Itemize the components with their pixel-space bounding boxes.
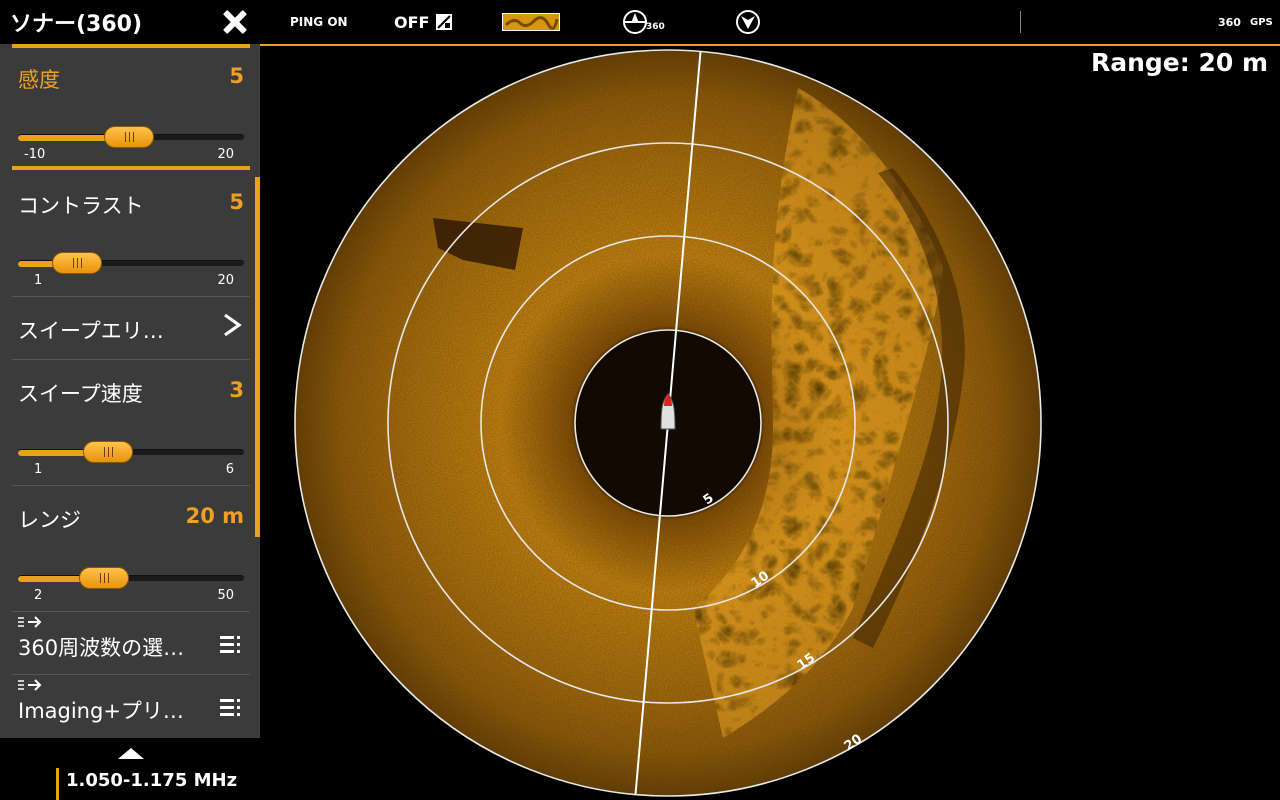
menu-scrollbar[interactable] bbox=[255, 177, 260, 537]
slider-min: 1 bbox=[34, 462, 43, 477]
status-badge-gps: GPS bbox=[1250, 16, 1273, 28]
slider-min: -10 bbox=[24, 147, 46, 162]
active-item-bottom-bar bbox=[12, 166, 250, 170]
sonar-360-status[interactable]: 360 bbox=[1218, 0, 1241, 44]
off-status-label: OFF bbox=[394, 12, 430, 32]
submenu-arrow-icon bbox=[18, 616, 42, 628]
sensitivity-slider[interactable] bbox=[18, 126, 244, 148]
top-status-bar: PING ON OFF 360 360 GPS bbox=[260, 0, 1280, 44]
sonar-orientation-icon bbox=[623, 10, 647, 34]
palette-swatch[interactable] bbox=[502, 0, 560, 44]
menu-item-label: 感度 bbox=[18, 68, 60, 92]
menu-item-label: Imaging+プリ… bbox=[18, 699, 184, 723]
menu-item-value: 5 bbox=[229, 64, 244, 88]
menu-footer bbox=[0, 738, 260, 768]
ping-status-label: PING ON bbox=[290, 15, 348, 29]
slider-max: 20 bbox=[217, 147, 234, 162]
menu-header: ソナー(360) bbox=[0, 0, 260, 44]
gps-status[interactable]: GPS bbox=[1250, 0, 1273, 44]
menu-item-range[interactable]: レンジ 20 m 2 50 bbox=[12, 486, 250, 612]
menu-item-sensitivity[interactable]: 感度 5 -10 20 bbox=[12, 48, 250, 166]
menu-item-value: 20 m bbox=[185, 504, 244, 528]
frequency-readout: 1.050-1.175 MHz bbox=[66, 770, 238, 791]
slider-thumb[interactable] bbox=[52, 252, 102, 274]
menu-item-label: レンジ bbox=[18, 508, 81, 532]
menu-item-sweep-area[interactable]: スイープエリ… bbox=[12, 297, 250, 360]
menu-title: ソナー(360) bbox=[10, 12, 143, 37]
palette-icon bbox=[436, 14, 453, 30]
list-menu-icon bbox=[220, 636, 240, 653]
menu-item-imaging-preset[interactable]: Imaging+プリ… bbox=[12, 675, 250, 738]
off-status[interactable]: OFF bbox=[394, 0, 453, 44]
ping-status[interactable]: PING ON bbox=[290, 0, 348, 44]
slider-min: 1 bbox=[34, 273, 43, 288]
slider-max: 20 bbox=[217, 273, 234, 288]
range-readout: Range: 20 m bbox=[1090, 48, 1268, 77]
chevron-right-icon bbox=[224, 313, 242, 337]
list-menu-icon bbox=[220, 699, 240, 716]
contrast-slider[interactable] bbox=[18, 252, 244, 274]
status-badge-360: 360 bbox=[1218, 15, 1241, 29]
slider-max: 6 bbox=[225, 462, 234, 477]
submenu-arrow-icon bbox=[18, 679, 42, 691]
sonar-orientation-status[interactable]: 360 bbox=[622, 0, 665, 44]
menu-item-value: 5 bbox=[229, 190, 244, 214]
north-up-icon bbox=[736, 10, 760, 34]
sweep-speed-slider[interactable] bbox=[18, 441, 244, 463]
palette-swatch-icon bbox=[502, 13, 560, 31]
chevron-up-icon[interactable] bbox=[118, 748, 144, 759]
status-divider bbox=[1020, 11, 1021, 33]
menu-item-sweep-speed[interactable]: スイープ速度 3 1 6 bbox=[12, 360, 250, 486]
slider-thumb[interactable] bbox=[79, 567, 129, 589]
menu-item-label: スイープ速度 bbox=[18, 382, 143, 406]
menu-item-label: スイープエリ… bbox=[18, 319, 164, 343]
slider-min: 2 bbox=[34, 588, 43, 603]
menu-item-label: 360周波数の選… bbox=[18, 636, 185, 660]
menu-item-value: 3 bbox=[229, 378, 244, 402]
sonar-settings-menu: ソナー(360) 感度 5 -10 20 コントラスト 5 1 20 スイープエ… bbox=[0, 0, 260, 768]
menu-item-contrast[interactable]: コントラスト 5 1 20 bbox=[12, 172, 250, 297]
menu-item-360-frequency[interactable]: 360周波数の選… bbox=[12, 612, 250, 675]
close-icon[interactable] bbox=[222, 9, 248, 35]
north-up-status[interactable] bbox=[735, 0, 761, 44]
menu-item-label: コントラスト bbox=[18, 194, 144, 218]
range-slider[interactable] bbox=[18, 567, 244, 589]
slider-thumb[interactable] bbox=[104, 126, 154, 148]
slider-max: 50 bbox=[217, 588, 234, 603]
slider-thumb[interactable] bbox=[83, 441, 133, 463]
mode-badge-360: 360 bbox=[646, 22, 665, 32]
